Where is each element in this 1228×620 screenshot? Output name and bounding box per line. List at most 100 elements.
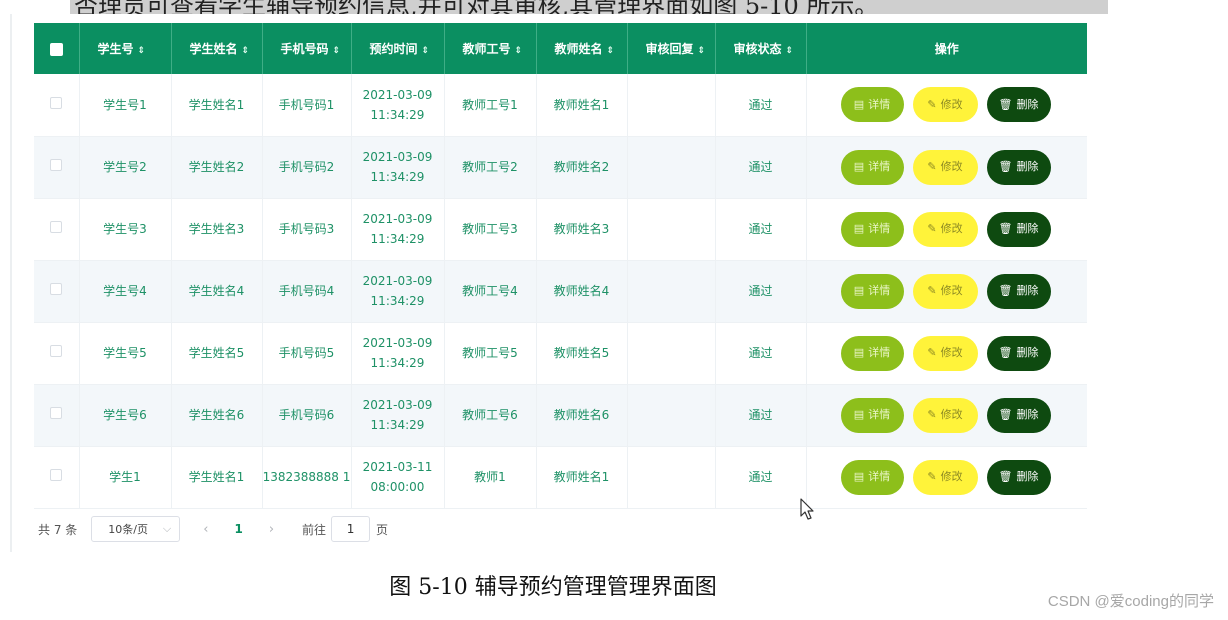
goto-page-input[interactable]: 1 <box>331 516 371 542</box>
column-header-review-status[interactable]: 审核状态 ⇕ <box>715 23 807 74</box>
appointment-date: 2021-03-09 <box>362 398 433 412</box>
sort-icon[interactable]: ⇕ <box>138 46 146 56</box>
column-header-teacher-name[interactable]: 教师姓名 ⇕ <box>536 23 628 74</box>
page-size-select[interactable]: 10条/页 ⌵ <box>91 516 181 542</box>
row-checkbox[interactable] <box>50 407 63 419</box>
goto-label: 前往 <box>302 522 327 537</box>
row-checkbox[interactable] <box>50 159 63 171</box>
column-header-student-id[interactable]: 学生号 ⇕ <box>79 23 172 74</box>
detail-button[interactable]: ▤ 详情 <box>840 211 904 247</box>
sort-icon[interactable]: ⇕ <box>698 46 706 56</box>
delete-button[interactable]: 🗑 删除 <box>986 87 1051 123</box>
appointment-date: 2021-03-09 <box>362 150 433 164</box>
pencil-icon: ✎ <box>927 160 937 173</box>
sort-icon[interactable]: ⇕ <box>333 46 341 56</box>
column-header-actions: 操作 <box>934 42 959 56</box>
total-count: 共 7 条 <box>38 522 78 537</box>
delete-button[interactable]: 🗑 删除 <box>986 459 1051 495</box>
watermark: CSDN @爱coding的同学 <box>1047 593 1214 610</box>
row-checkbox-cell[interactable] <box>34 74 80 137</box>
prev-page-button[interactable]: ‹ <box>203 522 208 537</box>
row-checkbox-cell[interactable] <box>34 136 80 199</box>
cell-teacher-name: 教师姓名6 <box>536 384 628 447</box>
row-checkbox[interactable] <box>50 469 63 481</box>
sort-icon[interactable]: ⇕ <box>242 46 250 56</box>
cell-review-status: 通过 <box>715 446 807 509</box>
sort-icon[interactable]: ⇕ <box>607 46 615 56</box>
edit-button[interactable]: ✎ 修改 <box>912 149 978 185</box>
document-icon: ▤ <box>853 97 865 111</box>
detail-button[interactable]: ▤ 详情 <box>840 397 904 433</box>
pencil-icon: ✎ <box>927 97 937 111</box>
cell-phone: 手机号码1 <box>262 74 352 137</box>
select-all-checkbox[interactable] <box>49 42 63 56</box>
delete-button[interactable]: 🗑 删除 <box>986 149 1051 185</box>
row-checkbox[interactable] <box>50 221 63 233</box>
detail-button[interactable]: ▤ 详情 <box>840 335 904 371</box>
cell-teacher-id: 教师工号1 <box>444 74 537 137</box>
cell-actions: ▤ 详情 ✎ 修改 🗑 删除 <box>806 446 1087 509</box>
action-buttons: ▤ 详情 ✎ 修改 🗑 删除 <box>807 149 1088 185</box>
cell-review-status: 通过 <box>715 322 807 385</box>
sort-icon[interactable]: ⇕ <box>786 46 794 56</box>
mouse-cursor-icon <box>800 498 814 520</box>
row-checkbox[interactable] <box>50 345 63 357</box>
edit-button[interactable]: ✎ 修改 <box>912 397 978 433</box>
select-all-checkbox-cell[interactable] <box>34 23 80 74</box>
appointment-clock: 11:34:29 <box>370 170 425 184</box>
edit-button[interactable]: ✎ 修改 <box>912 335 978 371</box>
row-checkbox[interactable] <box>50 96 63 109</box>
appointment-table: 学生号 ⇕ 学生姓名 ⇕ 手机号码 ⇕ 预约时间 ⇕ 教师工号 ⇕ 教师姓名 ⇕ 审核回复 ⇕… <box>34 23 1087 509</box>
cell-appointment-time: 2021-03-09 11:34:29 <box>351 322 445 385</box>
action-buttons: ▤ 详情 ✎ 修改 🗑 删除 <box>807 87 1088 123</box>
row-checkbox-cell[interactable] <box>34 384 80 447</box>
cell-phone: 手机号码4 <box>262 260 352 323</box>
cell-review-reply <box>627 136 716 199</box>
pencil-icon: ✎ <box>927 470 937 483</box>
detail-button[interactable]: ▤ 详情 <box>840 273 904 309</box>
sort-icon[interactable]: ⇕ <box>515 46 523 56</box>
row-checkbox-cell[interactable] <box>34 260 80 323</box>
cell-appointment-time: 2021-03-09 11:34:29 <box>351 74 445 137</box>
column-header-review-reply[interactable]: 审核回复 ⇕ <box>627 23 716 74</box>
table-row: 学生号2 学生姓名2 手机号码2 2021-03-09 11:34:29 教师工号2 教师姓… <box>34 136 1088 199</box>
pencil-icon: ✎ <box>927 346 937 359</box>
row-checkbox-cell[interactable] <box>34 322 80 385</box>
pencil-icon: ✎ <box>927 222 937 235</box>
cell-teacher-name: 教师姓名3 <box>536 198 628 261</box>
column-header-appointment-time[interactable]: 预约时间 ⇕ <box>351 23 445 74</box>
appointment-clock: 11:34:29 <box>370 418 425 432</box>
edit-button[interactable]: ✎ 修改 <box>912 87 978 123</box>
detail-button[interactable]: ▤ 详情 <box>840 87 904 123</box>
delete-button[interactable]: 🗑 删除 <box>986 335 1051 371</box>
delete-button[interactable]: 🗑 删除 <box>986 273 1051 309</box>
appointment-date: 2021-03-09 <box>362 87 433 102</box>
row-checkbox-cell[interactable] <box>34 198 80 261</box>
delete-button[interactable]: 🗑 删除 <box>986 211 1051 247</box>
edit-button[interactable]: ✎ 修改 <box>912 273 978 309</box>
column-header-phone[interactable]: 手机号码 ⇕ <box>262 23 352 74</box>
next-page-button[interactable]: › <box>269 522 274 537</box>
cell-student-id: 学生号5 <box>79 322 172 385</box>
document-icon: ▤ <box>853 470 865 483</box>
cell-actions: ▤ 详情 ✎ 修改 🗑 删除 <box>806 322 1087 385</box>
delete-button[interactable]: 🗑 删除 <box>986 397 1051 433</box>
sort-icon[interactable]: ⇕ <box>422 46 430 56</box>
column-header-teacher-id[interactable]: 教师工号 ⇕ <box>444 23 537 74</box>
left-divider <box>10 14 12 552</box>
edit-button[interactable]: ✎ 修改 <box>912 211 978 247</box>
cell-student-name: 学生姓名1 <box>171 74 263 137</box>
row-checkbox-cell[interactable] <box>34 446 80 509</box>
document-icon: ▤ <box>853 408 865 421</box>
column-header-student-name[interactable]: 学生姓名 ⇕ <box>171 23 263 74</box>
page-number-current[interactable]: 1 <box>234 522 242 536</box>
cell-student-name: 学生姓名3 <box>171 198 263 261</box>
row-checkbox[interactable] <box>50 283 63 295</box>
cell-review-reply <box>627 198 716 261</box>
detail-button[interactable]: ▤ 详情 <box>840 149 904 185</box>
edit-button[interactable]: ✎ 修改 <box>912 459 978 495</box>
cell-review-reply <box>627 74 716 137</box>
detail-button[interactable]: ▤ 详情 <box>840 459 904 495</box>
cell-review-status: 通过 <box>715 260 807 323</box>
cell-appointment-time: 2021-03-09 11:34:29 <box>351 136 445 199</box>
